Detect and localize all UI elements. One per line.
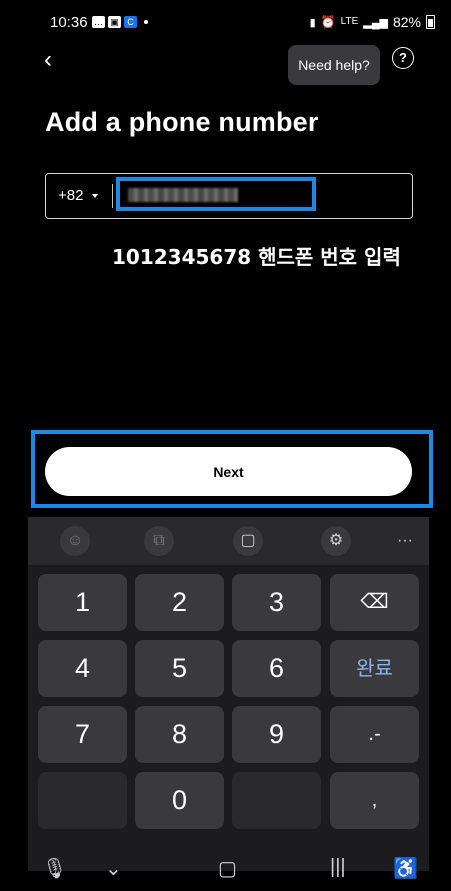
recent-apps-icon[interactable]: ||| [330,856,346,879]
network-type: LTE [340,16,359,27]
key-7[interactable]: 7 [38,706,127,763]
key-0[interactable]: 0 [135,772,224,829]
country-code-selector[interactable]: +82 [58,187,83,204]
next-button[interactable]: Next [45,447,412,496]
back-chevron-icon[interactable]: ‹ [44,46,52,74]
annotation-text: 1012345678 핸드폰 번호 입력 [112,245,401,269]
phone-number-field: +82 [45,173,413,219]
accessibility-icon[interactable]: ♿ [393,856,418,881]
backspace-icon[interactable]: ⌫ [330,574,419,631]
navigation-bar: 🎙 ⌄ ▢ ||| ♿ [0,848,451,891]
emoji-icon[interactable]: ☺ [60,526,90,556]
image-notification-icon: ▣ [108,16,121,28]
battery-percent: 82% [392,14,421,30]
key-2[interactable]: 2 [135,574,224,631]
key-blank-right [232,772,321,829]
signal-icon: ▂▄▆ [363,16,388,29]
caret-down-icon[interactable] [92,194,98,198]
key-comma[interactable]: , [330,772,419,829]
battery-icon [426,15,435,29]
chat-notification-icon: … [92,16,105,28]
clipboard-icon[interactable]: ▢ [233,526,263,556]
sticker-icon[interactable]: ⧉ [144,526,174,556]
status-bar: 10:36 … ▣ C ▮ ⏰ LTE ▂▄▆ 82% [0,10,451,36]
text-cursor [112,184,113,208]
numeric-keyboard: ☺ ⧉ ▢ ⚙ ··· 1 2 3 ⌫ 4 5 6 완료 7 8 9 .- 0 … [28,517,429,871]
help-icon[interactable]: ? [392,47,414,69]
key-4[interactable]: 4 [38,640,127,697]
key-dot-dash[interactable]: .- [330,706,419,763]
status-time: 10:36 [50,14,88,31]
key-8[interactable]: 8 [135,706,224,763]
redacted-phone-number [128,188,238,202]
more-notifications-icon [144,20,148,24]
settings-gear-icon[interactable]: ⚙ [321,526,351,556]
hide-keyboard-chevron-icon[interactable]: ⌄ [105,856,122,881]
key-9[interactable]: 9 [232,706,321,763]
key-1[interactable]: 1 [38,574,127,631]
key-3[interactable]: 3 [232,574,321,631]
keyboard-toolbar: ☺ ⧉ ▢ ⚙ ··· [28,517,429,565]
alarm-icon: ⏰ [320,15,336,29]
help-tooltip: Need help? [288,45,380,85]
microphone-icon[interactable]: 🎙 [42,856,67,881]
key-5[interactable]: 5 [135,640,224,697]
done-key[interactable]: 완료 [330,640,419,697]
app-notification-icon: C [124,16,137,28]
page-title: Add a phone number [45,107,319,137]
more-options-icon[interactable]: ··· [390,526,420,556]
home-icon[interactable]: ▢ [218,856,237,881]
notification-icons: … ▣ C [92,16,148,28]
key-blank-left [38,772,127,829]
key-6[interactable]: 6 [232,640,321,697]
lock-icon: ▮ [309,16,316,29]
